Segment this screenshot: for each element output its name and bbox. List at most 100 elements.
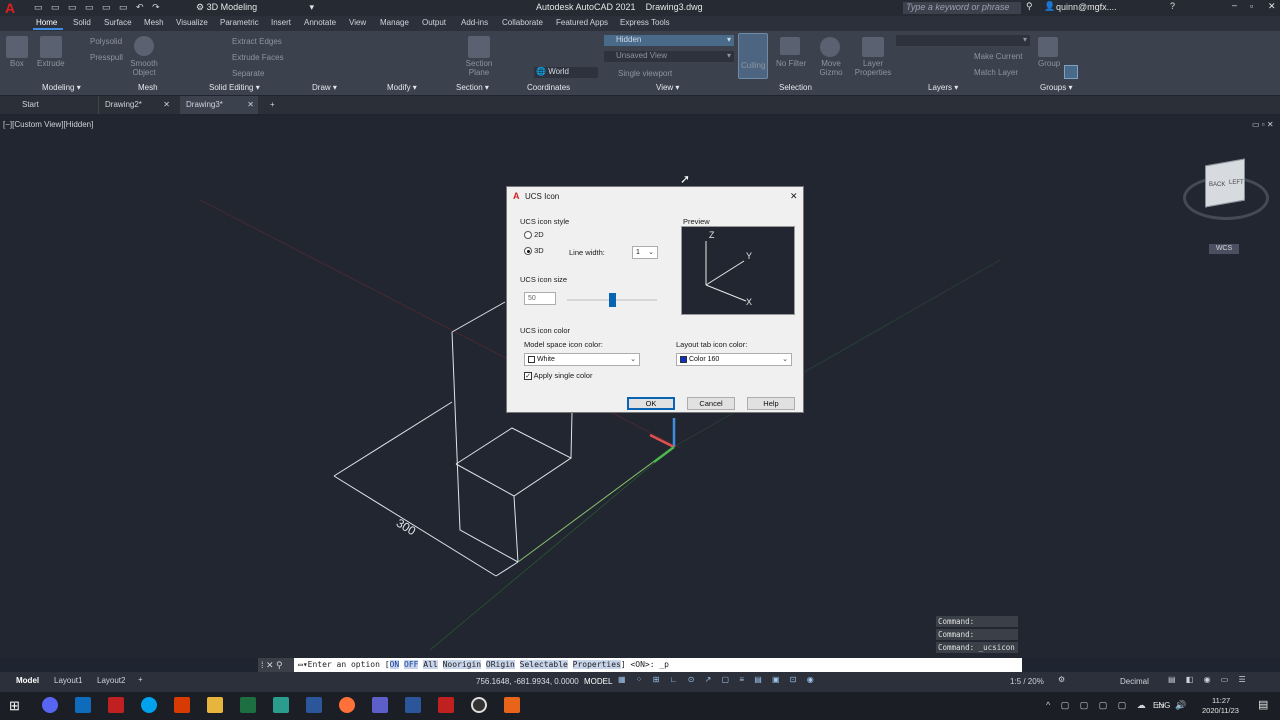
input-language[interactable]: ENG — [1153, 701, 1170, 710]
tab-collaborate[interactable]: Collaborate — [502, 18, 543, 27]
panel-coordinates[interactable]: Coordinates — [527, 83, 570, 95]
autocad-logo-icon[interactable]: A — [5, 1, 15, 15]
units-dropdown[interactable]: Decimal — [1120, 677, 1149, 686]
close-tab-icon[interactable]: ✕ — [247, 96, 254, 114]
radio-2d-circle[interactable] — [524, 231, 532, 240]
option-on[interactable]: ON — [389, 660, 400, 669]
obs-icon[interactable] — [471, 697, 487, 713]
tab-featured-apps[interactable]: Featured Apps — [556, 18, 608, 27]
viewcube-back-face[interactable]: BACK — [1209, 182, 1225, 188]
dialog-close-icon[interactable]: ✕ — [790, 191, 798, 202]
annotation-scale[interactable]: 1:5 / 20% — [1010, 677, 1044, 686]
layout-tab-model[interactable]: Model — [16, 676, 39, 685]
named-view-dropdown[interactable]: Unsaved View ▾ — [604, 51, 734, 62]
outlook-icon[interactable] — [75, 697, 91, 713]
checkbox-box[interactable]: ✓ — [524, 372, 532, 381]
panel-groups[interactable]: Groups ▾ — [1040, 83, 1072, 95]
panel-section[interactable]: Section ▾ — [456, 83, 489, 95]
tab-insert[interactable]: Insert — [271, 18, 291, 27]
tab-manage[interactable]: Manage — [380, 18, 409, 27]
teams-icon[interactable] — [372, 697, 388, 713]
presspull-button[interactable]: Presspull — [90, 53, 123, 62]
visual-style-dropdown[interactable]: Hidden ▾ — [604, 35, 734, 46]
group-select-icon[interactable] — [1064, 65, 1078, 79]
help-icon[interactable]: ? — [1170, 1, 1175, 11]
onenote-icon[interactable] — [306, 697, 322, 713]
panel-mesh[interactable]: Mesh — [138, 83, 158, 95]
customize-icons[interactable]: ▤ ◧ ◉ ▭ ☰ — [1168, 675, 1250, 684]
app-orange-icon[interactable] — [504, 697, 520, 713]
search-icon[interactable]: ⚲ — [1026, 1, 1033, 12]
clock-time[interactable]: 11:27 — [1212, 696, 1230, 705]
no-filter-button[interactable] — [780, 37, 800, 55]
world-dropdown[interactable]: 🌐 World — [534, 67, 598, 78]
command-line[interactable]: ▭▾Enter an option [ON OFF All Noorigin O… — [294, 658, 1022, 672]
match-layer-button[interactable]: Match Layer — [974, 68, 1018, 77]
file-explorer-icon[interactable] — [207, 697, 223, 713]
clock-date[interactable]: 2020/11/23 — [1202, 706, 1239, 715]
tab-output[interactable]: Output — [422, 18, 446, 27]
tab-add-ins[interactable]: Add-ins — [461, 18, 488, 27]
viewcube-left-face[interactable]: LEFT — [1229, 180, 1244, 186]
line-width-dropdown[interactable]: 1 ⌄ — [632, 246, 658, 259]
app-3-icon[interactable] — [273, 697, 289, 713]
panel-view[interactable]: View ▾ — [656, 83, 679, 95]
icon-size-input[interactable]: 50 — [524, 292, 556, 305]
autocad-taskbar-icon[interactable] — [108, 697, 124, 713]
panel-draw[interactable]: Draw ▾ — [312, 83, 337, 95]
help-button[interactable]: Help — [747, 397, 795, 410]
tab-annotate[interactable]: Annotate — [304, 18, 336, 27]
office-icon[interactable] — [174, 697, 190, 713]
make-current-button[interactable]: Make Current — [974, 52, 1022, 61]
doc-tab-start[interactable]: Start — [16, 96, 86, 114]
option-selectable[interactable]: Selectable — [519, 660, 568, 669]
separate-button[interactable]: Separate — [232, 69, 264, 78]
close-icon[interactable]: ✕ — [1268, 1, 1276, 12]
doc-tab-drawing3[interactable]: Drawing3* ✕ — [180, 96, 258, 114]
model-space-toggle[interactable]: MODEL — [584, 677, 612, 686]
smooth-object-button[interactable] — [134, 36, 154, 56]
panel-selection[interactable]: Selection — [779, 83, 812, 95]
coordinates-readout[interactable]: 756.1648, -681.9934, 0.0000 — [476, 677, 579, 686]
layout-tab-layout2[interactable]: Layout2 — [97, 676, 125, 685]
user-name[interactable]: quinn@mgfx.... — [1056, 2, 1117, 12]
word-icon[interactable] — [405, 697, 421, 713]
gear-icon[interactable]: ⚙ — [1058, 675, 1065, 684]
discord-icon[interactable] — [42, 697, 58, 713]
layout-color-dropdown[interactable]: Color 160 ⌄ — [676, 353, 792, 366]
panel-layers[interactable]: Layers ▾ — [928, 83, 958, 95]
icon-size-slider-thumb[interactable] — [609, 293, 616, 307]
culling-button[interactable] — [738, 33, 768, 79]
close-tab-icon[interactable]: ✕ — [163, 96, 170, 114]
option-noorigin[interactable]: Noorigin — [442, 660, 482, 669]
layout-tab-layout1[interactable]: Layout1 — [54, 676, 82, 685]
wcs-menu[interactable]: WCS — [1209, 244, 1239, 254]
section-plane-button[interactable] — [468, 36, 490, 58]
radio-2d[interactable]: 2D — [524, 230, 544, 240]
command-line-handle[interactable]: ⁞ ✕ ⚲ — [258, 658, 294, 672]
windows-start-icon[interactable]: ⊞ — [9, 698, 20, 714]
notification-icon[interactable]: ▤ — [1258, 698, 1268, 711]
option-origin[interactable]: ORigin — [485, 660, 515, 669]
add-layout-button[interactable]: + — [138, 675, 143, 684]
panel-solid-editing[interactable]: Solid Editing ▾ — [209, 83, 260, 95]
cancel-button[interactable]: Cancel — [687, 397, 735, 410]
user-icon[interactable]: 👤 — [1044, 1, 1055, 12]
panel-modify[interactable]: Modify ▾ — [387, 83, 417, 95]
skype-icon[interactable] — [141, 697, 157, 713]
maximize-icon[interactable]: ▫ — [1250, 1, 1253, 11]
tab-parametric[interactable]: Parametric — [220, 18, 259, 27]
layer-dropdown[interactable]: ▾ — [896, 35, 1030, 46]
status-toggle-icons[interactable]: ▦ ⁘ ⊞ ∟ ⊙ ↗ ▢ ≡ ▤ ▣ ⊡ ◉ — [618, 675, 818, 684]
polysolid-button[interactable]: Polysolid — [90, 37, 122, 46]
box-button[interactable] — [6, 36, 28, 58]
tab-solid[interactable]: Solid — [73, 18, 91, 27]
search-input[interactable]: Type a keyword or phrase — [903, 2, 1021, 14]
apply-single-color-checkbox[interactable]: ✓ Apply single color — [524, 371, 592, 381]
move-gizmo-button[interactable] — [820, 37, 840, 57]
firefox-icon[interactable] — [339, 697, 355, 713]
radio-3d-circle[interactable] — [524, 247, 532, 256]
excel-icon[interactable] — [240, 697, 256, 713]
extrude-faces-button[interactable]: Extrude Faces — [232, 53, 284, 62]
option-off[interactable]: OFF — [404, 660, 419, 669]
